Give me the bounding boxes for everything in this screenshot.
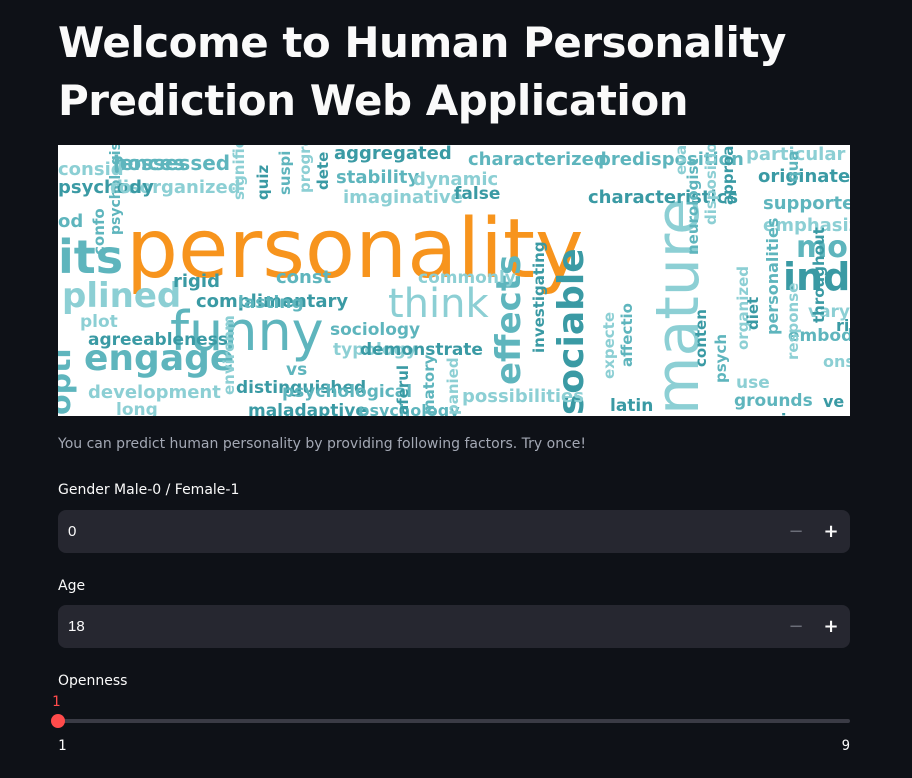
word-cloud-word: panied — [444, 357, 462, 415]
word-cloud-word: ons — [823, 352, 850, 371]
word-cloud-word: rience — [836, 316, 850, 335]
word-cloud-word: approaches — [719, 145, 737, 205]
word-cloud-svg: personalityfunny maturesociableeffectsthi… — [58, 145, 850, 416]
gender-label: Gender Male-0 / Female-1 — [58, 482, 240, 498]
word-cloud-word: expecte — [600, 312, 618, 379]
openness-slider-handle[interactable] — [51, 714, 65, 728]
page-title: Welcome to Human Personality Prediction … — [58, 18, 786, 125]
word-cloud-word: imaginative — [343, 187, 463, 208]
word-cloud-word: const — [276, 267, 332, 288]
word-cloud-word: dete — [314, 152, 332, 190]
word-cloud-word: rigid — [173, 271, 220, 292]
word-cloud-word: personalities — [763, 218, 782, 335]
word-cloud-word: diet — [744, 297, 762, 330]
age-value[interactable]: 18 — [68, 605, 85, 648]
word-cloud-word: originates — [758, 166, 850, 187]
word-cloud-word: mature — [643, 198, 713, 415]
word-cloud-word: dynamic — [413, 169, 498, 190]
word-cloud-word: characterized — [468, 149, 607, 170]
word-cloud-word: matory — [420, 354, 438, 415]
description-text: You can predict human personality by pro… — [58, 436, 587, 452]
age-number-input[interactable]: 18 − + — [58, 605, 850, 648]
word-cloud-word: grounds — [734, 391, 813, 411]
word-cloud-word: confo — [90, 208, 108, 255]
word-cloud-word: lasting — [238, 293, 304, 313]
word-cloud-word: environm — [220, 315, 238, 395]
word-cloud-word: psych — [712, 334, 730, 383]
openness-slider-track[interactable] — [58, 719, 850, 723]
word-cloud-word: affectio — [618, 303, 636, 367]
word-cloud-word: stability — [336, 167, 419, 188]
word-cloud-word: response — [784, 283, 802, 360]
word-cloud-word: maladaptive — [248, 401, 367, 416]
age-decrement-button[interactable]: − — [779, 605, 813, 648]
gender-decrement-button[interactable]: − — [779, 510, 813, 553]
word-cloud-word: commonly — [418, 268, 516, 288]
word-cloud-word: opti — [58, 348, 78, 415]
openness-min-label: 1 — [58, 738, 67, 754]
word-cloud-word: conten — [692, 309, 710, 367]
word-cloud-word: throughout — [810, 227, 828, 323]
openness-current-value: 1 — [52, 694, 61, 710]
word-cloud-word: evalu — [672, 145, 690, 175]
word-cloud-word: suspi — [276, 151, 294, 195]
word-cloud-word: possibilities — [462, 386, 584, 407]
word-cloud-word: significantly — [230, 145, 248, 200]
word-cloud-word: qua — [784, 150, 802, 182]
word-cloud-word: quiz — [254, 164, 272, 200]
gender-number-input[interactable]: 0 − + — [58, 510, 850, 553]
word-cloud-word: iences — [113, 151, 185, 175]
word-cloud-word: agreeableness — [88, 330, 228, 350]
openness-slider[interactable]: 1 1 9 — [51, 694, 850, 754]
word-cloud-word: aggregated — [334, 145, 452, 164]
word-cloud-word: psychological — [282, 382, 412, 402]
word-cloud-word: latin — [610, 396, 653, 416]
gender-increment-button[interactable]: + — [814, 510, 848, 553]
word-cloud-word: ro — [110, 177, 131, 198]
word-cloud-word: aferul — [394, 365, 412, 415]
word-cloud-word: od — [58, 211, 83, 232]
word-cloud-word: dispositional — [702, 145, 720, 225]
word-cloud-word: vs — [286, 360, 307, 380]
word-cloud-word: sociology — [330, 320, 420, 340]
word-cloud-word: plot — [80, 312, 118, 332]
word-cloud-word: supported — [763, 193, 850, 214]
word-cloud-word: psychody — [58, 177, 154, 198]
word-cloud-word: one — [818, 410, 850, 416]
openness-max-label: 9 — [841, 738, 850, 754]
openness-label: Openness — [58, 673, 128, 689]
word-cloud-word: ve — [823, 392, 844, 411]
age-increment-button[interactable]: + — [814, 605, 848, 648]
gender-value[interactable]: 0 — [68, 510, 76, 553]
word-cloud-word: long — [116, 400, 158, 416]
personality-word-cloud-image: personality funny mature sociable effects thi… — [58, 145, 850, 416]
age-label: Age — [58, 578, 86, 594]
word-cloud-word: progre — [296, 145, 314, 193]
word-cloud-word: use — [736, 373, 770, 393]
word-cloud-word: investigating — [530, 241, 548, 353]
